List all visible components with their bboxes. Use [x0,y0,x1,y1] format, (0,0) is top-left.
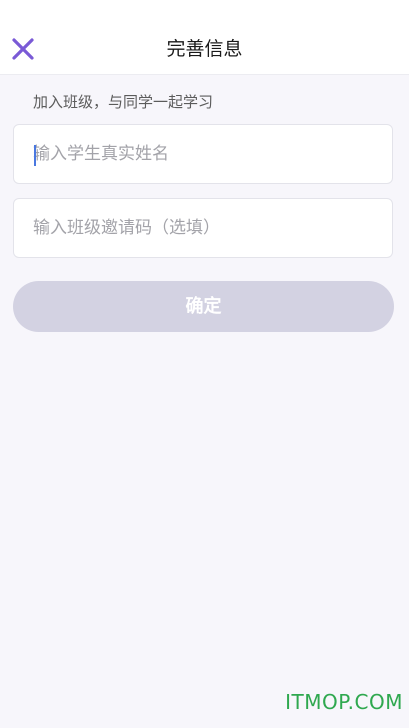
page-title: 完善信息 [166,38,243,60]
text-cursor [34,145,36,166]
join-class-hint: 加入班级，与同学一起学习 [33,93,214,111]
watermark-logo: ITMOP.COM [285,690,403,714]
student-name-field[interactable] [13,124,393,184]
invite-code-input[interactable] [14,199,392,257]
student-name-input[interactable] [14,125,392,183]
invite-code-field[interactable] [13,198,393,258]
confirm-button[interactable]: 确定 [13,281,394,332]
top-bar: 完善信息 [0,0,409,75]
